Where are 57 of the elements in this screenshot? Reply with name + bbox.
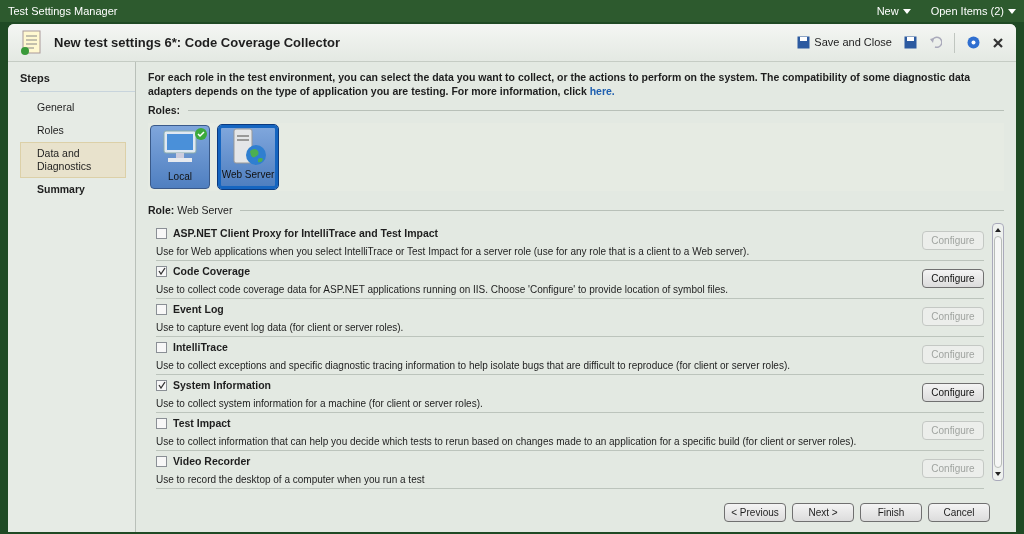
- save-icon: [797, 36, 811, 49]
- checkbox[interactable]: [156, 303, 167, 315]
- help-icon[interactable]: [967, 36, 980, 49]
- caret-icon: [902, 8, 911, 14]
- roles-label: Roles:: [148, 103, 181, 118]
- adapter-description: Use for Web applications when you select IntelliTrace or Test Impact for a server role (use for any role that is a client to a Web server).: [156, 245, 751, 260]
- close-icon[interactable]: [992, 36, 1004, 49]
- role-tile[interactable]: Web Server: [218, 124, 278, 189]
- step-item[interactable]: Roles: [20, 118, 126, 142]
- description-text: For each role in the test environment, you can select the data you want to collect, or the actions to perform on the system. The compatibility of some diagnostic data adapters depends on the type of application you are testing. For more information, click here.: [148, 70, 972, 98]
- dialog-title: New test settings 6*: Code Coverage Collector: [54, 33, 341, 52]
- wizard-button[interactable]: Next >: [792, 503, 854, 522]
- checkbox[interactable]: [156, 417, 167, 429]
- step-item[interactable]: Data and Diagnostics: [20, 141, 126, 178]
- app-title: Test Settings Manager: [8, 3, 118, 19]
- role-label: Local: [168, 169, 192, 184]
- adapter-name: IntelliTrace: [173, 339, 228, 355]
- document-icon: [20, 29, 42, 56]
- menu-dropdown[interactable]: Open Items (2): [930, 2, 1016, 20]
- adapter-name: Event Log: [173, 301, 224, 317]
- role-label: Web Server: [221, 167, 275, 182]
- checkbox[interactable]: [156, 455, 167, 467]
- menu-dropdown[interactable]: New: [876, 2, 911, 20]
- step-item[interactable]: Summary: [20, 177, 126, 201]
- help-link[interactable]: here.: [589, 85, 615, 97]
- adapter-description: Use to collect information that can help you decide which tests to rerun based on changes made to an application for a specific build (for client or server roles).: [156, 435, 858, 450]
- checkbox[interactable]: [156, 265, 167, 277]
- caret-icon: [1008, 8, 1016, 14]
- wizard-button[interactable]: < Previous: [724, 503, 786, 522]
- adapter-name: Test Impact: [173, 415, 231, 431]
- role-tile[interactable]: Local: [150, 124, 210, 189]
- save-icon[interactable]: [904, 36, 917, 49]
- steps-title: Steps: [20, 70, 135, 92]
- configure-button[interactable]: Configure: [922, 268, 984, 288]
- adapter-description: Use to capture event log data (for client or server roles).: [156, 321, 405, 336]
- adapter-name: Video Recorder: [173, 453, 251, 469]
- adapter-name: System Information: [173, 377, 272, 393]
- scroll-down-icon[interactable]: [995, 471, 1001, 476]
- save-and-close-button[interactable]: Save and Close: [797, 34, 892, 51]
- wizard-button[interactable]: Finish: [860, 503, 922, 522]
- checkbox[interactable]: [156, 341, 167, 353]
- role-label-text: Role: Web Server: [148, 202, 233, 218]
- adapter-description: Use to collect code coverage data for ASP.NET applications running on IIS. Choose 'Configure' to provide location of symbol files.: [156, 283, 730, 298]
- adapter-name: ASP.NET Client Proxy for IntelliTrace and Test Impact: [173, 225, 439, 241]
- checkbox[interactable]: [156, 379, 167, 391]
- adapter-description: Use to collect exceptions and specific diagnostic tracing information to help isolate bugs that are difficult to reproduce (for client or server roles).: [156, 359, 792, 374]
- check-icon: [157, 381, 166, 390]
- scrollbar[interactable]: [992, 222, 1004, 481]
- wizard-button[interactable]: Cancel: [928, 503, 990, 522]
- step-item[interactable]: General: [20, 95, 126, 119]
- checkbox[interactable]: [156, 227, 167, 239]
- scroll-up-icon[interactable]: [995, 227, 1001, 232]
- adapter-description: Use to record the desktop of a computer when you run a test: [156, 473, 426, 488]
- adapter-description: Use to collect system information for a machine (for client or server roles).: [156, 397, 484, 412]
- adapter-name: Code Coverage: [173, 263, 251, 279]
- check-icon: [157, 267, 166, 276]
- configure-button[interactable]: Configure: [922, 382, 984, 402]
